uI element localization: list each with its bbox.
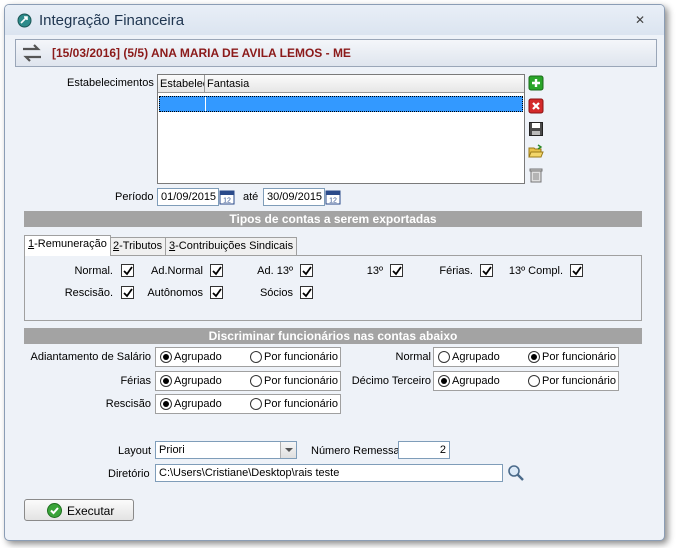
check-autonomos-label: Autônomos [147, 287, 203, 299]
rescisao-porfuncionario-radio[interactable] [250, 398, 262, 410]
check-13compl[interactable] [570, 264, 583, 277]
check-adnormal[interactable] [210, 264, 223, 277]
integracao-financeira-window: Integração Financeira ✕ [15/03/2016] (5/… [4, 4, 665, 541]
rescisao-radio-group: Agrupado Por funcionário [155, 394, 341, 414]
adiantamento-radio-group: Agrupado Por funcionário [155, 347, 341, 367]
layout-label: Layout [118, 445, 152, 457]
rescisao-porfuncionario-label: Por funcionário [264, 398, 338, 410]
close-button[interactable]: ✕ [634, 14, 646, 26]
calendar-end-icon[interactable]: 12 [325, 189, 341, 205]
estabelecimentos-grid[interactable]: Estabelec Fantasia [157, 74, 525, 184]
check-normal-label: Normal. [74, 265, 113, 277]
estabelecimentos-label: Estabelecimentos [67, 77, 154, 89]
discriminar-section-title: Discriminar funcionários nas contas abai… [24, 328, 642, 344]
ferias-agrupado-radio[interactable] [160, 375, 172, 387]
rescisao-label: Rescisão [105, 398, 151, 410]
remessa-input[interactable]: 2 [398, 441, 450, 459]
tab-remuneracao[interactable]: 1-Remuneração [24, 235, 111, 256]
check-socios-label: Sócios [259, 287, 293, 299]
check-13-label: 13º [366, 265, 383, 277]
column-estabelec[interactable]: Estabelec [160, 78, 204, 90]
check-13compl-label: 13º Compl. [508, 265, 563, 277]
periodo-label: Período [115, 191, 154, 203]
check-ferias-label: Férias. [439, 265, 473, 277]
adiantamento-porfuncionario-radio[interactable] [250, 351, 262, 363]
open-folder-icon[interactable] [528, 144, 544, 160]
normal-porfuncionario-radio[interactable] [528, 351, 540, 363]
check-autonomos[interactable] [210, 286, 223, 299]
adiantamento-porfuncionario-label: Por funcionário [264, 351, 338, 363]
column-fantasia[interactable]: Fantasia [207, 78, 249, 90]
remuneracao-panel: Normal. Ad.Normal Ad. 13º 13º Férias. 13… [24, 255, 642, 321]
ferias-agrupado-label: Agrupado [174, 375, 222, 387]
check-ferias[interactable] [480, 264, 493, 277]
normal-agrupado-label: Agrupado [452, 351, 500, 363]
normal-agrupado-radio[interactable] [438, 351, 450, 363]
search-icon[interactable] [507, 464, 525, 482]
ate-label: até [243, 191, 259, 203]
normal-label: Normal [395, 351, 431, 363]
ferias-label: Férias [120, 375, 151, 387]
tipos-section-title: Tipos de contas a serem exportadas [24, 211, 642, 227]
decimo-terceiro-agrupado-label: Agrupado [452, 375, 500, 387]
check-adnormal-label: Ad.Normal [151, 265, 203, 277]
title-bar: Integração Financeira ✕ [5, 5, 664, 35]
decimo-terceiro-radio-group: Agrupado Por funcionário [433, 371, 619, 391]
diretorio-label: Diretório [108, 468, 150, 480]
adiantamento-label: Adiantamento de Salário [30, 351, 151, 363]
check-ad13[interactable] [300, 264, 313, 277]
check-ad13-label: Ad. 13º [257, 265, 293, 277]
ferias-radio-group: Agrupado Por funcionário [155, 371, 341, 391]
tab-remuneracao-label: -Remuneração [34, 238, 107, 250]
check-13[interactable] [390, 264, 403, 277]
swap-arrows-icon[interactable] [20, 43, 44, 63]
tab-tributos[interactable]: 2-Tributos [109, 237, 167, 255]
delete-icon[interactable] [528, 98, 544, 114]
grid-header: Estabelec Fantasia [158, 75, 524, 93]
adiantamento-agrupado-label: Agrupado [174, 351, 222, 363]
remessa-label: Número Remessa [311, 445, 400, 457]
tab-contribuicoes[interactable]: 3-Contribuições Sindicais [165, 237, 298, 255]
layout-value: Priori [159, 444, 185, 456]
row-divider [205, 97, 206, 111]
check-rescisao-label: Rescisão. [64, 287, 113, 299]
table-row[interactable] [159, 96, 523, 112]
chevron-down-icon[interactable] [280, 442, 296, 458]
check-socios[interactable] [300, 286, 313, 299]
check-circle-icon [47, 503, 62, 518]
rescisao-agrupado-label: Agrupado [174, 398, 222, 410]
calendar-start-day: 12 [223, 198, 231, 205]
ferias-porfuncionario-label: Por funcionário [264, 375, 338, 387]
rescisao-agrupado-radio[interactable] [160, 398, 172, 410]
window-title: Integração Financeira [39, 12, 185, 29]
execute-label: Executar [67, 504, 115, 518]
ferias-porfuncionario-radio[interactable] [250, 375, 262, 387]
company-title: [15/03/2016] (5/5) ANA MARIA DE AVILA LE… [52, 46, 351, 60]
decimo-terceiro-agrupado-radio[interactable] [438, 375, 450, 387]
tipos-tabs: 1-Remuneração 2-Tributos 3-Contribuições… [24, 235, 642, 256]
tab-tributos-label: -Tributos [119, 240, 163, 252]
calendar-end-day: 12 [329, 198, 337, 205]
periodo-end-input[interactable]: 30/09/2015 [263, 188, 325, 206]
check-normal[interactable] [121, 264, 134, 277]
layout-combobox[interactable]: Priori [155, 441, 297, 459]
tab-contribuicoes-label: -Contribuições Sindicais [175, 240, 294, 252]
check-rescisao[interactable] [121, 286, 134, 299]
decimo-terceiro-porfuncionario-label: Por funcionário [542, 375, 616, 387]
adiantamento-agrupado-radio[interactable] [160, 351, 172, 363]
diretorio-input[interactable]: C:\Users\Cristiane\Desktop\rais teste [155, 464, 503, 482]
trash-icon[interactable] [528, 167, 544, 183]
save-icon[interactable] [528, 121, 544, 137]
column-divider [204, 75, 205, 93]
execute-button[interactable]: Executar [24, 499, 134, 521]
normal-porfuncionario-label: Por funcionário [542, 351, 616, 363]
periodo-start-input[interactable]: 01/09/2015 [157, 188, 219, 206]
app-logo-icon [17, 13, 32, 28]
add-icon[interactable] [528, 75, 544, 91]
decimo-terceiro-label: Décimo Terceiro [351, 375, 431, 387]
company-header: [15/03/2016] (5/5) ANA MARIA DE AVILA LE… [15, 39, 657, 67]
decimo-terceiro-porfuncionario-radio[interactable] [528, 375, 540, 387]
normal-radio-group: Agrupado Por funcionário [433, 347, 619, 367]
calendar-start-icon[interactable]: 12 [219, 189, 235, 205]
